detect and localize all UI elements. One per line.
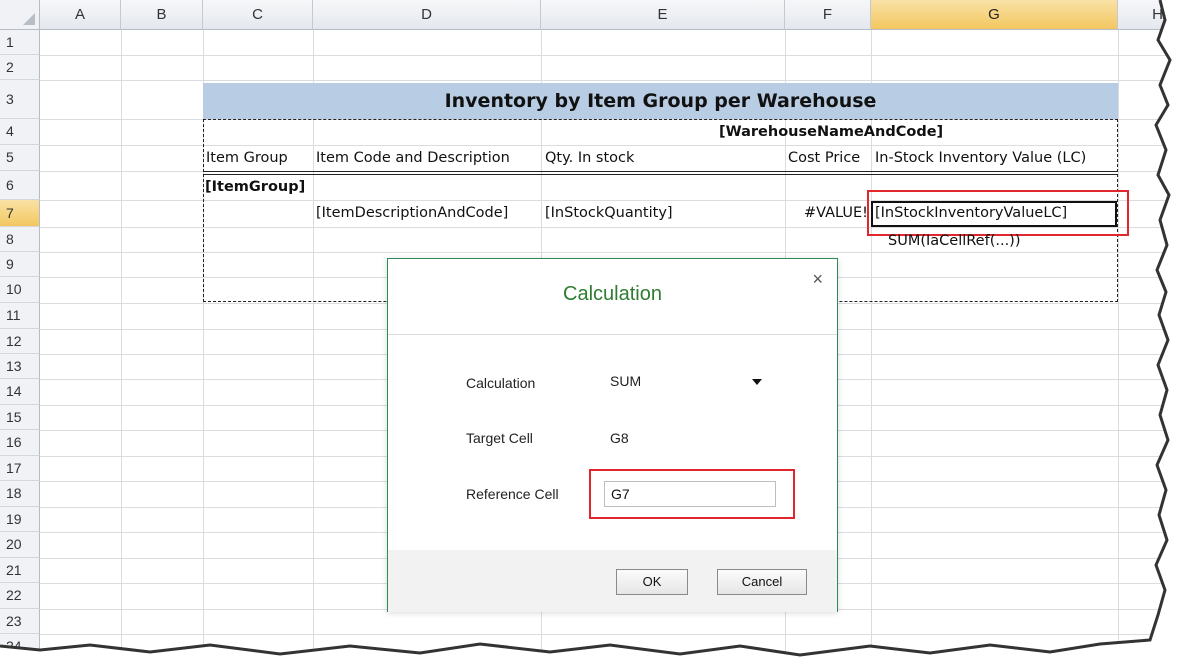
- row-header[interactable]: 12: [0, 329, 40, 354]
- cell-item-group-field[interactable]: [ItemGroup]: [205, 175, 305, 200]
- ok-button[interactable]: OK: [616, 569, 688, 595]
- cell-instock-quantity[interactable]: [InStockQuantity]: [545, 201, 673, 226]
- row-header[interactable]: 14: [0, 379, 40, 405]
- header-cost-price[interactable]: Cost Price: [788, 146, 860, 171]
- row-header[interactable]: 6: [0, 171, 40, 200]
- gridline: [40, 80, 1184, 81]
- row-header[interactable]: 21: [0, 558, 40, 583]
- row-header[interactable]: 13: [0, 354, 40, 379]
- close-icon[interactable]: ×: [812, 269, 823, 290]
- row-header[interactable]: 19: [0, 507, 40, 532]
- gridline: [40, 634, 1184, 635]
- header-inventory-value[interactable]: In-Stock Inventory Value (LC): [875, 146, 1086, 171]
- reference-cell-label: Reference Cell: [466, 486, 559, 502]
- calculation-label: Calculation: [466, 375, 536, 391]
- row-header[interactable]: 18: [0, 481, 40, 507]
- dialog-footer: OK Cancel: [388, 550, 837, 612]
- dialog-title: Calculation: [563, 283, 662, 305]
- header-double-underline: [203, 171, 1118, 175]
- target-cell-label: Target Cell: [466, 430, 533, 446]
- report-title[interactable]: Inventory by Item Group per Warehouse: [203, 83, 1118, 119]
- calculation-select-value: SUM: [610, 373, 642, 389]
- cell-item-description[interactable]: [ItemDescriptionAndCode]: [316, 201, 508, 226]
- column-header-g[interactable]: G: [871, 0, 1118, 30]
- row-header[interactable]: 2: [0, 55, 40, 80]
- spreadsheet: A B C D E F G H 1 2 3 4 5 6 7 8 9 10 11 …: [0, 0, 1184, 661]
- row-header[interactable]: 24: [0, 634, 40, 659]
- chevron-down-icon: [752, 379, 762, 385]
- column-header-h[interactable]: H: [1118, 0, 1184, 30]
- row-header[interactable]: 1: [0, 30, 40, 55]
- row-header[interactable]: 11: [0, 303, 40, 329]
- row-header[interactable]: 9: [0, 252, 40, 277]
- column-header-b[interactable]: B: [121, 0, 203, 30]
- highlight-box-reference: [589, 469, 795, 519]
- select-all-triangle-icon: [23, 13, 35, 25]
- row-header[interactable]: 4: [0, 119, 40, 145]
- row-header[interactable]: 15: [0, 405, 40, 430]
- row-header[interactable]: 23: [0, 609, 40, 634]
- header-item-code[interactable]: Item Code and Description: [316, 146, 510, 171]
- calculation-select[interactable]: SUM: [604, 369, 772, 397]
- cell-warehouse-field[interactable]: [WarehouseNameAndCode]: [719, 120, 943, 145]
- row-header[interactable]: 22: [0, 583, 40, 609]
- column-header-e[interactable]: E: [541, 0, 785, 30]
- calculation-dialog: Calculation × Calculation SUM Target Cel…: [387, 258, 838, 612]
- row-header[interactable]: 10: [0, 277, 40, 303]
- row-header[interactable]: 5: [0, 145, 40, 171]
- column-header-f[interactable]: F: [785, 0, 871, 30]
- target-cell-value: G8: [610, 430, 629, 446]
- header-item-group[interactable]: Item Group: [206, 146, 288, 171]
- gridline: [1118, 30, 1119, 661]
- cell-sum-formula[interactable]: SUM(IaCellRef(...)): [888, 229, 1021, 254]
- dialog-divider: [388, 334, 837, 335]
- column-header-d[interactable]: D: [313, 0, 541, 30]
- header-qty[interactable]: Qty. In stock: [545, 146, 634, 171]
- gridline: [40, 55, 1184, 56]
- row-header[interactable]: 16: [0, 430, 40, 456]
- row-header[interactable]: 8: [0, 227, 40, 252]
- row-header[interactable]: 3: [0, 80, 40, 119]
- gridline: [121, 30, 122, 661]
- cell-cost-price-error[interactable]: #VALUE!: [787, 201, 868, 226]
- column-header-c[interactable]: C: [203, 0, 313, 30]
- cancel-button[interactable]: Cancel: [717, 569, 807, 595]
- column-header-a[interactable]: A: [40, 0, 121, 30]
- select-all-corner[interactable]: [0, 0, 40, 30]
- row-header[interactable]: 17: [0, 456, 40, 481]
- row-header-selected[interactable]: 7: [0, 200, 40, 227]
- row-header[interactable]: 20: [0, 532, 40, 558]
